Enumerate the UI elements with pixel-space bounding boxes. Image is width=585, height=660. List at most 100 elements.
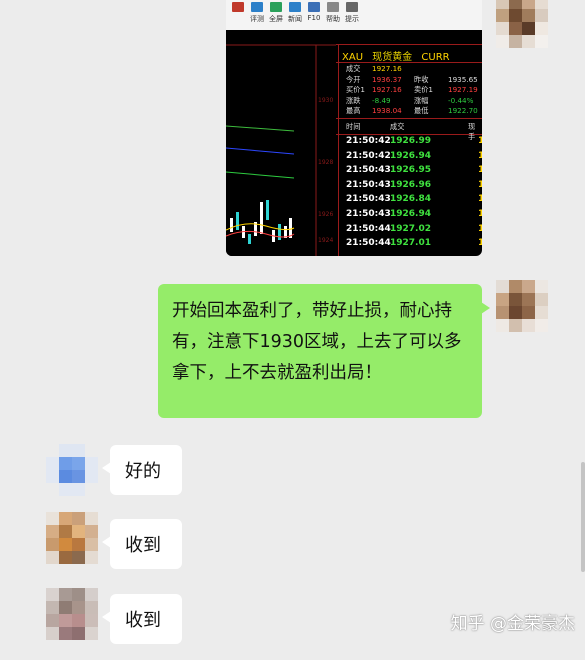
tick-volume-marker: 1 (478, 179, 482, 190)
tick-price: 1926.96 (390, 179, 431, 190)
quote-l2: 涨幅 (414, 95, 429, 105)
tick-price: 1926.94 (390, 150, 431, 161)
toolbar-item-4: F10 (304, 2, 324, 22)
reply-text-1: 好的 (125, 461, 161, 482)
toolbar-label: 新闻 (288, 15, 302, 23)
toolbar-label: 帮助 (326, 15, 340, 23)
quote-l2: 昨收 (414, 74, 429, 84)
tick-price: 1926.94 (390, 209, 431, 219)
toolbar-label: 提示 (345, 15, 359, 23)
tick-volume-marker: 1 (478, 209, 482, 219)
reply-text-2: 收到 (125, 535, 161, 556)
symbol-code: XAU (342, 52, 364, 63)
reply-text-3: 收到 (125, 610, 161, 631)
tick-row: 21:50:44 1927.01 1 (342, 238, 482, 252)
chart-icon (232, 2, 244, 12)
help-icon (327, 2, 339, 12)
quote-l1: 最高 (346, 106, 361, 115)
tick-row: 21:50:43 1926.96 1 (342, 180, 482, 194)
quote-row: 买价1 1927.16 卖价1 1927.19 (342, 85, 482, 95)
tick-time: 21:50:43 (346, 194, 391, 205)
avatar-contact-2[interactable] (46, 512, 98, 564)
quote-v1: 1927.16 (372, 85, 402, 94)
hint-icon (346, 2, 358, 12)
avatar-self[interactable] (496, 280, 548, 332)
tick-volume-marker: 1 (478, 150, 482, 161)
quote-l2: 最低 (414, 106, 429, 115)
tick-volume-marker: 1 (478, 165, 482, 176)
toolbar-label: 全屏 (269, 15, 283, 23)
toolbar-label: 评测 (250, 15, 264, 23)
quote-row: 今开 1936.37 昨收 1935.65 (342, 75, 482, 85)
quote-l1: 成交 (346, 64, 361, 73)
tick-time: 21:50:44 (346, 223, 391, 234)
svg-text:1928: 1928 (318, 159, 333, 166)
tick-time: 21:50:43 (346, 165, 391, 176)
watermark: 知乎 @金荣豪杰 (450, 614, 575, 634)
quote-v1: 1936.37 (372, 74, 402, 84)
quote-row: 涨跌 -8.49 涨幅 -0.44% (342, 96, 482, 106)
fullscreen-icon (270, 2, 282, 12)
reply-bubble-3[interactable]: 收到 (102, 594, 182, 644)
toolbar-item-6: 提示 (342, 2, 362, 24)
quote-v2: -0.44% (448, 95, 474, 105)
tick-time: 21:50:44 (346, 238, 391, 249)
tick-time: 21:50:43 (346, 179, 391, 190)
quote-v2: 1922.70 (448, 106, 478, 115)
tick-price: 1927.01 (390, 238, 431, 249)
scrollbar[interactable] (581, 462, 585, 572)
tick-row: 21:50:42 1926.99 1 (342, 136, 482, 150)
reply-bubble-2[interactable]: 收到 (102, 519, 182, 569)
avatar-contact-1[interactable] (46, 444, 98, 496)
quote-v1: 1938.04 (372, 106, 402, 115)
tick-row: 21:50:42 1926.94 1 (342, 151, 482, 165)
toolbar-item-5: 帮助 (323, 2, 343, 24)
toolbar-item-1: 评测 (247, 2, 267, 24)
tick-volume-marker: 1 (478, 194, 482, 205)
tick-time: 21:50:42 (346, 150, 391, 161)
tick-volume-marker: 1 (478, 136, 482, 146)
quote-v2: 1935.65 (448, 74, 478, 84)
tick-time: 21:50:42 (346, 136, 391, 146)
market-code: CURR (421, 52, 450, 63)
tick-price: 1927.02 (390, 223, 431, 234)
quote-row: 最高 1938.04 最低 1922.70 (342, 106, 482, 116)
tick-header: 时间 成交 现手 (346, 122, 476, 141)
tick-volume-marker: 1 (478, 238, 482, 249)
avatar-contact-3[interactable] (46, 588, 98, 640)
quote-l1: 买价1 (346, 85, 365, 94)
tick-time: 21:50:43 (346, 209, 391, 219)
tick-row: 21:50:43 1926.84 1 (342, 194, 482, 208)
quote-l1: 涨跌 (346, 95, 361, 105)
quote-v1: -8.49 (372, 95, 391, 105)
review-icon (251, 2, 263, 12)
quote-v1: 1927.16 (372, 64, 402, 73)
quote-l2: 卖价1 (414, 85, 433, 94)
tick-row: 21:50:43 1926.95 1 (342, 165, 482, 179)
avatar-self-top[interactable] (496, 0, 548, 48)
quote-row: 成交 1927.16 (342, 64, 482, 74)
toolbar-item-2: 全屏 (266, 2, 286, 24)
sent-message-text: 开始回本盈利了，带好止损，耐心持有，注意下1930区域，上去了可以多拿下，上不去… (172, 301, 462, 383)
tick-price: 1926.95 (390, 165, 431, 176)
quote-v2: 1927.19 (448, 85, 478, 94)
toolbar-item-0 (228, 2, 248, 14)
f10-icon (308, 2, 320, 12)
svg-text:1924: 1924 (318, 237, 333, 244)
tick-row: 21:50:44 1927.02 1 (342, 224, 482, 238)
image-message-trading-screenshot[interactable]: 评测 全屏 新闻 F10 帮助 提示 1930 1928 1926 1924 XAU 现货… (226, 0, 482, 256)
tick-row: 21:50:43 1926.94 1 (342, 209, 482, 223)
svg-text:1926: 1926 (318, 211, 333, 218)
news-icon (289, 2, 301, 12)
candlestick-chart: 1930 1928 1926 1924 (226, 30, 336, 256)
tick-volume-marker: 1 (478, 223, 482, 234)
tick-price: 1926.99 (390, 136, 431, 146)
sent-message-bubble[interactable]: 开始回本盈利了，带好止损，耐心持有，注意下1930区域，上去了可以多拿下，上不去… (158, 284, 490, 418)
tick-price: 1926.84 (390, 194, 431, 205)
reply-bubble-1[interactable]: 好的 (102, 445, 182, 495)
trading-toolbar: 评测 全屏 新闻 F10 帮助 提示 (226, 0, 482, 30)
toolbar-item-3: 新闻 (285, 2, 305, 24)
quote-l1: 今开 (346, 74, 361, 84)
quote-header: XAU 现货黄金 CURR (342, 48, 450, 63)
toolbar-label: F10 (307, 14, 321, 22)
